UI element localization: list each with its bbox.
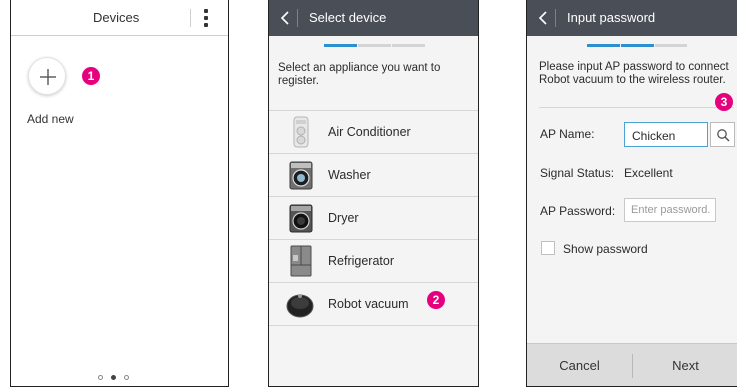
page-dot bbox=[98, 375, 103, 380]
list-item-refrigerator[interactable]: Refrigerator bbox=[269, 240, 478, 283]
appliance-label: Air Conditioner bbox=[328, 125, 411, 139]
list-item-robot-vacuum[interactable]: Robot vacuum bbox=[269, 283, 478, 326]
dryer-icon bbox=[289, 204, 313, 233]
more-options-icon[interactable] bbox=[199, 8, 213, 28]
add-new-label: Add new bbox=[27, 112, 74, 126]
divider bbox=[539, 107, 734, 108]
back-arrow-icon[interactable] bbox=[536, 10, 550, 26]
robot-vacuum-icon bbox=[286, 294, 314, 318]
search-button[interactable] bbox=[710, 122, 735, 147]
appliance-list: Air Conditioner Washer Dryer Refrigerato… bbox=[269, 110, 478, 326]
refrigerator-icon bbox=[290, 245, 312, 277]
appliance-label: Washer bbox=[328, 168, 371, 182]
step-progress-bar bbox=[324, 44, 425, 47]
ap-password-label: AP Password: bbox=[540, 204, 616, 218]
select-device-screen: Select device Select an appliance you wa… bbox=[268, 0, 479, 387]
signal-status-label: Signal Status: bbox=[540, 166, 615, 180]
instructions-text: Please input AP password to connect Robo… bbox=[539, 61, 729, 86]
top-bar: Select device bbox=[269, 0, 478, 36]
list-item-air-conditioner[interactable]: Air Conditioner bbox=[269, 111, 478, 154]
add-device-button[interactable] bbox=[28, 57, 66, 95]
air-conditioner-icon bbox=[293, 116, 309, 148]
page-indicator bbox=[98, 374, 138, 382]
step-callout-1: 1 bbox=[82, 67, 100, 85]
devices-screen: Devices 1 Add new bbox=[10, 0, 229, 387]
signal-status-value: Excellent bbox=[624, 166, 673, 180]
page-dot-active bbox=[111, 375, 116, 380]
list-item-washer[interactable]: Washer bbox=[269, 154, 478, 197]
appliance-label: Dryer bbox=[328, 211, 359, 225]
ap-name-label: AP Name: bbox=[540, 127, 595, 141]
top-bar: Input password bbox=[527, 0, 737, 36]
ap-name-field[interactable]: Chicken bbox=[624, 122, 708, 147]
header-divider bbox=[190, 9, 191, 27]
topbar-divider bbox=[555, 9, 556, 27]
step-callout-2: 2 bbox=[427, 291, 445, 309]
cancel-button[interactable]: Cancel bbox=[527, 344, 632, 386]
plus-icon bbox=[40, 69, 56, 85]
step-progress-bar bbox=[587, 44, 687, 47]
instructions-text: Select an appliance you want to register… bbox=[278, 62, 441, 87]
search-icon bbox=[717, 129, 730, 142]
back-arrow-icon[interactable] bbox=[278, 10, 292, 26]
topbar-divider bbox=[297, 9, 298, 27]
page-title: Devices bbox=[93, 10, 140, 25]
show-password-checkbox[interactable] bbox=[541, 241, 555, 255]
washer-icon bbox=[289, 161, 313, 190]
bottom-action-bar: Cancel Next bbox=[527, 343, 737, 386]
page-title: Select device bbox=[309, 10, 387, 25]
next-button[interactable]: Next bbox=[633, 344, 737, 386]
show-password-label: Show password bbox=[563, 242, 648, 256]
step-callout-3: 3 bbox=[715, 93, 733, 111]
ap-password-field[interactable]: Enter password. bbox=[624, 198, 716, 222]
page-title: Input password bbox=[567, 10, 656, 25]
list-item-dryer[interactable]: Dryer bbox=[269, 197, 478, 240]
appliance-label: Refrigerator bbox=[328, 254, 394, 268]
input-password-screen: Input password Please input AP password … bbox=[526, 0, 737, 387]
devices-header: Devices bbox=[11, 0, 228, 36]
page-dot bbox=[124, 375, 129, 380]
appliance-label: Robot vacuum bbox=[328, 297, 409, 311]
